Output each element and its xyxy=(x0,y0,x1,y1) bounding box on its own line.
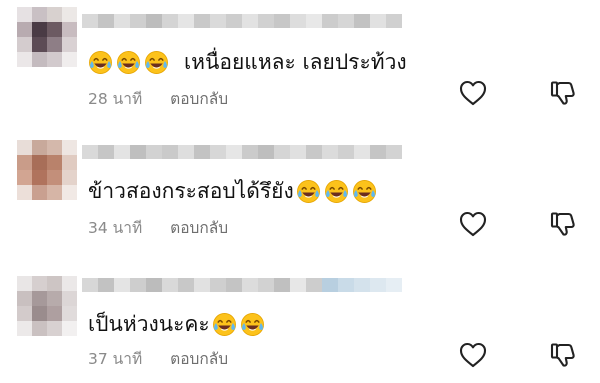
comment-text: เป็นห่วงนะคะ xyxy=(88,311,210,336)
avatar-pixel xyxy=(62,306,77,321)
username-pixel xyxy=(98,278,114,292)
avatar-pixel xyxy=(62,321,77,336)
username-pixel xyxy=(258,278,274,292)
avatar-pixel xyxy=(32,291,47,306)
avatar-pixel xyxy=(47,321,62,336)
username-pixel xyxy=(82,278,98,292)
avatar-pixel xyxy=(17,306,32,321)
comment-item: เป็นห่วงนะคะ 37 นาที ตอบกลับ xyxy=(0,0,600,383)
avatar-pixel xyxy=(62,276,77,291)
username-pixel xyxy=(338,278,354,292)
tears-of-joy-emoji-icon xyxy=(212,312,237,337)
username-pixel xyxy=(242,278,258,292)
avatar-pixel xyxy=(32,276,47,291)
username-pixel xyxy=(146,278,162,292)
avatar-pixel xyxy=(17,291,32,306)
username-pixel xyxy=(322,278,338,292)
username-pixel xyxy=(306,278,322,292)
username-pixel xyxy=(114,278,130,292)
username-pixel xyxy=(194,278,210,292)
username-blurred[interactable] xyxy=(82,278,402,292)
thumbs-down-icon xyxy=(548,340,578,370)
username-pixel xyxy=(130,278,146,292)
username-pixel xyxy=(162,278,178,292)
like-button[interactable] xyxy=(458,340,488,370)
username-pixel xyxy=(386,278,402,292)
comment-meta: 37 นาที ตอบกลับ xyxy=(88,346,228,371)
tears-of-joy-emoji-icon xyxy=(240,312,265,337)
emoji-group xyxy=(212,312,268,337)
reply-button[interactable]: ตอบกลับ xyxy=(170,346,228,371)
username-pixel xyxy=(354,278,370,292)
avatar-pixel xyxy=(47,291,62,306)
avatar-pixel xyxy=(32,306,47,321)
comment-time: 37 นาที xyxy=(88,350,143,368)
username-pixel xyxy=(290,278,306,292)
username-pixel xyxy=(178,278,194,292)
heart-icon xyxy=(458,340,488,370)
avatar-pixel xyxy=(17,276,32,291)
username-pixel xyxy=(210,278,226,292)
avatar-pixel xyxy=(47,276,62,291)
username-pixel xyxy=(274,278,290,292)
avatar-pixel xyxy=(62,291,77,306)
comment-text-line: เป็นห่วงนะคะ xyxy=(88,309,268,339)
username-pixel xyxy=(370,278,386,292)
username-pixel xyxy=(226,278,242,292)
avatar[interactable] xyxy=(17,276,77,336)
avatar-pixel xyxy=(17,321,32,336)
dislike-button[interactable] xyxy=(548,340,578,370)
avatar-pixel xyxy=(32,321,47,336)
avatar-pixel xyxy=(47,306,62,321)
